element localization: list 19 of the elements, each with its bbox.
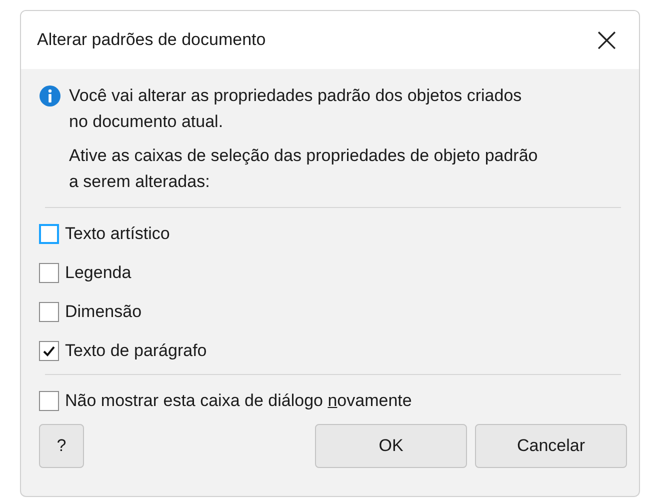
window-title: Alterar padrões de documento (37, 30, 266, 50)
info-message: Você vai alterar as propriedades padrão dos objetos criados no documento atual. (69, 85, 523, 133)
checkbox-label[interactable]: Dimensão (65, 302, 142, 322)
checkmark-icon (42, 344, 56, 358)
checkbox[interactable] (39, 302, 59, 322)
checkbox[interactable] (39, 340, 59, 360)
checkbox[interactable] (39, 390, 59, 410)
checkbox-label[interactable]: Legenda (65, 262, 132, 282)
checkbox[interactable] (39, 262, 59, 282)
info-icon (39, 85, 61, 107)
checkbox-label[interactable]: Texto artístico (65, 224, 170, 244)
close-button[interactable]: × (586, 23, 627, 57)
checkbox-label[interactable]: Não mostrar esta caixa de diálogo novamente (65, 390, 412, 410)
help-button[interactable]: ? (39, 424, 84, 468)
cancel-button[interactable]: Cancelar (475, 424, 627, 468)
instruction-text: Ative as caixas de seleção das propriedades de objeto padrão a serem alteradas: (69, 145, 539, 193)
checkbox[interactable] (39, 224, 59, 244)
checkbox-label[interactable]: Texto de parágrafo (65, 340, 207, 360)
ok-button[interactable]: OK (315, 424, 467, 468)
